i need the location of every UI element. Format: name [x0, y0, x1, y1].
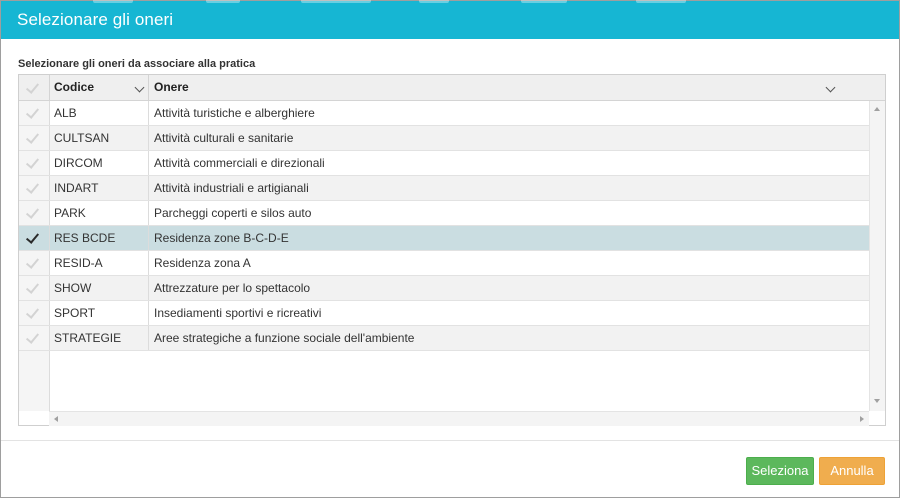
background-artifact	[419, 0, 449, 3]
cell-codice: RESID-A	[54, 256, 103, 270]
cell-onere: Attività turistiche e alberghiere	[154, 106, 315, 120]
select-all-checkbox[interactable]	[19, 75, 49, 100]
checkmark-icon	[25, 255, 40, 269]
background-artifact	[93, 0, 133, 3]
cell-codice: DIRCOM	[54, 156, 103, 170]
cell-codice: INDART	[54, 181, 99, 195]
checkmark-icon	[25, 330, 40, 344]
scroll-up-icon[interactable]	[874, 107, 880, 111]
table-row[interactable]: RESID-A Residenza zona A	[19, 251, 869, 276]
checkmark-icon	[25, 230, 40, 244]
select-oneri-dialog: Selezionare gli oneri Selezionare gli on…	[0, 0, 900, 498]
cell-codice: SHOW	[54, 281, 92, 295]
cell-codice: SPORT	[54, 306, 96, 320]
cell-onere: Aree strategiche a funzione sociale dell…	[154, 331, 415, 345]
column-divider	[148, 126, 149, 150]
dialog-titlebar[interactable]: Selezionare gli oneri	[1, 0, 899, 39]
row-checkbox[interactable]	[19, 276, 50, 300]
cell-codice: RES BCDE	[54, 231, 116, 245]
row-checkbox[interactable]	[19, 101, 50, 125]
chevron-down-icon[interactable]	[134, 82, 145, 93]
table-row[interactable]: RES BCDE Residenza zone B-C-D-E	[19, 226, 869, 251]
select-button[interactable]: Seleziona	[746, 457, 814, 485]
cell-onere: Insediamenti sportivi e ricreativi	[154, 306, 322, 320]
checkmark-icon	[25, 180, 40, 194]
background-artifact	[636, 0, 686, 3]
checkmark-icon	[25, 205, 40, 219]
cell-onere: Attività culturali e sanitarie	[154, 131, 294, 145]
checkmark-icon	[25, 305, 40, 319]
grid-header: Codice Onere	[19, 75, 885, 101]
dialog-title: Selezionare gli oneri	[17, 10, 174, 29]
row-checkbox[interactable]	[19, 176, 50, 200]
footer-divider	[1, 440, 899, 441]
column-divider	[148, 101, 149, 125]
checkmark-icon	[25, 280, 40, 294]
dialog-caption: Selezionare gli oneri da associare alla …	[18, 58, 256, 70]
row-checkbox[interactable]	[19, 251, 50, 275]
cell-onere: Residenza zone B-C-D-E	[154, 231, 289, 245]
row-checkbox[interactable]	[19, 326, 50, 350]
column-divider	[148, 276, 149, 300]
cell-codice: CULTSAN	[54, 131, 110, 145]
scroll-down-icon[interactable]	[874, 399, 880, 403]
column-divider	[49, 75, 50, 100]
checkmark-icon	[25, 155, 40, 169]
row-checkbox[interactable]	[19, 201, 50, 225]
column-divider	[148, 176, 149, 200]
column-divider	[148, 201, 149, 225]
background-artifact	[206, 0, 240, 3]
cell-onere: Attrezzature per lo spettacolo	[154, 281, 311, 295]
table-row[interactable]: SPORT Insediamenti sportivi e ricreativi	[19, 301, 869, 326]
scroll-right-icon[interactable]	[860, 416, 864, 422]
cell-onere: Residenza zona A	[154, 256, 251, 270]
cell-onere: Attività commerciali e direzionali	[154, 156, 325, 170]
scroll-left-icon[interactable]	[54, 416, 58, 422]
column-divider	[148, 301, 149, 325]
chevron-down-icon[interactable]	[825, 82, 836, 93]
checkmark-icon	[25, 130, 40, 144]
column-divider	[148, 251, 149, 275]
cell-codice: STRATEGIE	[54, 331, 122, 345]
cell-codice: ALB	[54, 106, 77, 120]
cell-codice: PARK	[54, 206, 86, 220]
column-header-onere[interactable]: Onere	[154, 75, 854, 100]
table-row[interactable]: CULTSAN Attività culturali e sanitarie	[19, 126, 869, 151]
grid-body: ALB Attività turistiche e alberghiere CULT…	[19, 101, 869, 411]
background-artifact	[521, 0, 567, 3]
table-row[interactable]: SHOW Attrezzature per lo spettacolo	[19, 276, 869, 301]
column-header-onere-label: Onere	[154, 80, 189, 94]
row-checkbox[interactable]	[19, 301, 50, 325]
table-row[interactable]: PARK Parcheggi coperti e silos auto	[19, 201, 869, 226]
column-header-codice[interactable]: Codice	[54, 75, 145, 100]
table-row[interactable]: STRATEGIE Aree strategiche a funzione soc…	[19, 326, 869, 351]
cell-onere: Attività industriali e artigianali	[154, 181, 309, 195]
cell-onere: Parcheggi coperti e silos auto	[154, 206, 312, 220]
row-checkbox[interactable]	[19, 151, 50, 175]
horizontal-scrollbar[interactable]	[49, 411, 869, 426]
checkmark-icon	[25, 80, 40, 94]
column-divider	[148, 226, 149, 250]
column-divider	[148, 151, 149, 175]
cancel-button[interactable]: Annulla	[819, 457, 885, 485]
table-row[interactable]: ALB Attività turistiche e alberghiere	[19, 101, 869, 126]
background-artifact	[301, 0, 371, 3]
column-header-codice-label: Codice	[54, 80, 95, 94]
row-checkbox[interactable]	[19, 226, 50, 250]
vertical-scrollbar[interactable]	[869, 101, 885, 411]
oneri-grid: Codice Onere ALB Attività turistiche e al…	[18, 74, 886, 426]
table-row[interactable]: DIRCOM Attività commerciali e direzionali	[19, 151, 869, 176]
table-row[interactable]: INDART Attività industriali e artigianali	[19, 176, 869, 201]
column-divider	[148, 326, 149, 350]
column-divider	[148, 75, 149, 100]
row-checkbox[interactable]	[19, 126, 50, 150]
checkmark-icon	[25, 105, 40, 119]
